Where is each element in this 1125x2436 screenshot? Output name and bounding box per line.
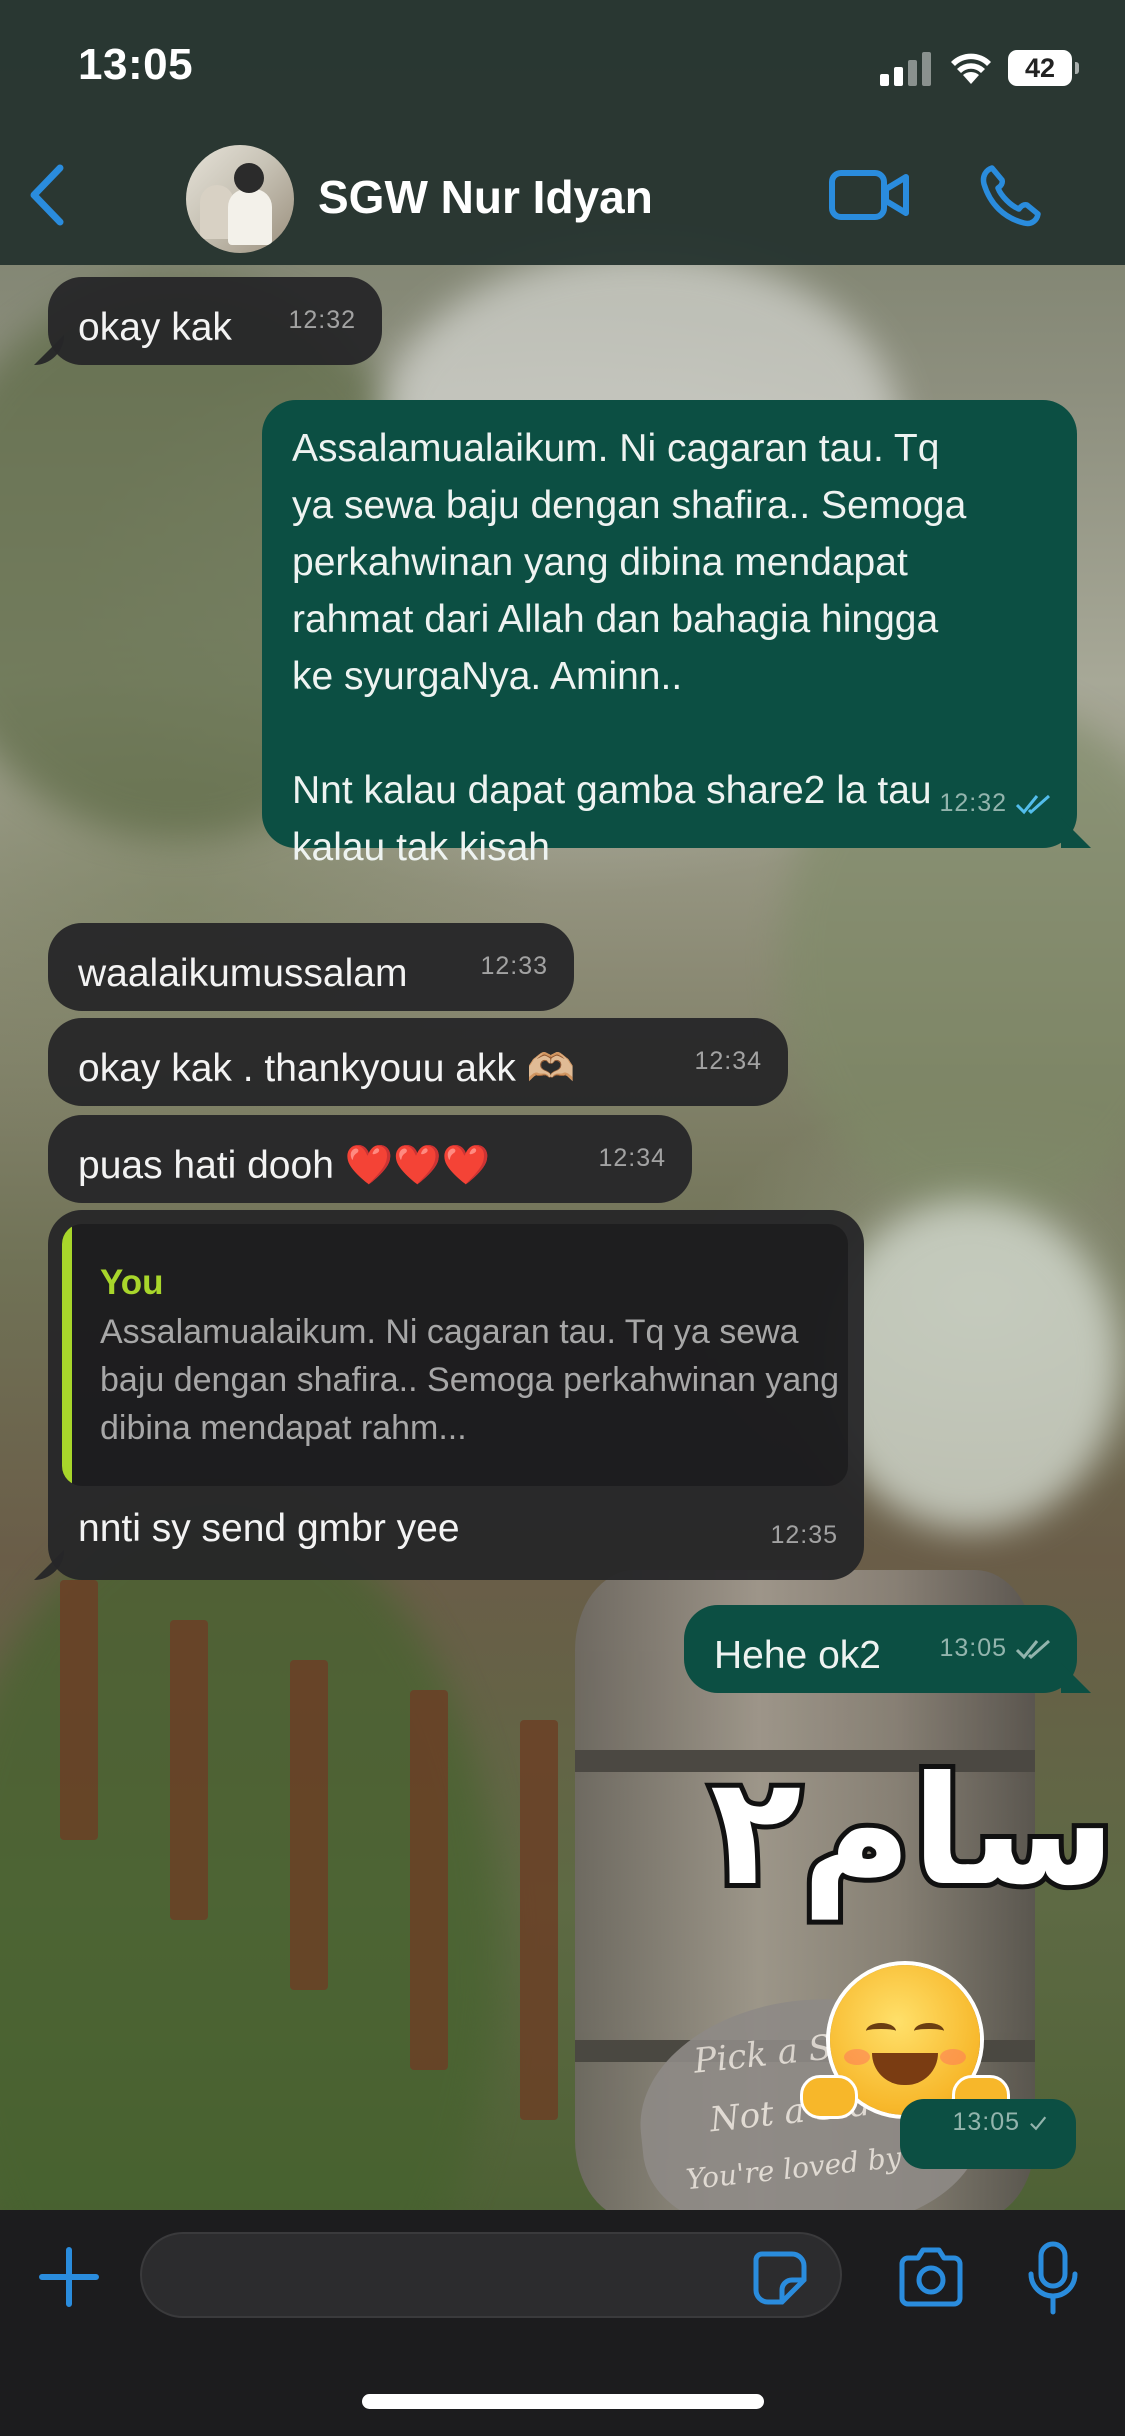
message-time: 12:35 — [770, 1521, 838, 1549]
read-receipt-icon — [1015, 794, 1050, 814]
message-text: Assalamualaikum. Ni cagaran tau. Tq ya s… — [292, 427, 967, 869]
status-bar-time: 13:05 — [78, 40, 194, 89]
video-call-icon[interactable] — [828, 165, 910, 225]
incoming-message[interactable]: waalaikumussalam 12:33 — [48, 923, 574, 1011]
quote-accent-bar — [62, 1224, 72, 1486]
quoted-author: You — [100, 1263, 164, 1302]
message-time: 13:05 — [939, 1634, 1007, 1662]
quoted-text: Assalamualaikum. Ni cagaran tau. Tq ya s… — [100, 1313, 840, 1447]
quoted-message[interactable]: You Assalamualaikum. Ni cagaran tau. Tq … — [62, 1224, 848, 1486]
sticker-timestamp-pill: 13:05 — [900, 2099, 1076, 2169]
message-list[interactable]: okay kak 12:32 Assalamualaikum. Ni cagar… — [0, 265, 1125, 2210]
smiling-face-with-open-hands-icon — [800, 1965, 1010, 2119]
message-time: 12:32 — [288, 306, 356, 334]
sent-check-icon — [1030, 2116, 1047, 2130]
message-text: okay kak . thankyouu akk 🫶🏼 — [78, 1047, 576, 1090]
message-input[interactable] — [140, 2232, 842, 2318]
message-text: nnti sy send gmbr yee — [78, 1507, 460, 1550]
microphone-icon[interactable] — [1025, 2240, 1081, 2316]
message-text: okay kak — [78, 306, 232, 349]
sticker-arabic-text: سام٢ — [705, 1740, 1120, 1924]
message-composer-bar — [0, 2210, 1125, 2436]
incoming-message[interactable]: puas hati dooh ❤️❤️❤️ 12:34 — [48, 1115, 692, 1203]
message-time: 12:34 — [598, 1144, 666, 1172]
message-text: waalaikumussalam — [78, 952, 408, 995]
phone-call-icon[interactable] — [978, 162, 1044, 228]
contact-name[interactable]: SGW Nur Idyan — [318, 170, 653, 224]
sticker-icon[interactable] — [752, 2250, 808, 2306]
incoming-reply-message[interactable]: You Assalamualaikum. Ni cagaran tau. Tq … — [34, 1210, 864, 1580]
incoming-message[interactable]: okay kak 12:32 — [34, 277, 382, 365]
message-time: 12:33 — [480, 952, 548, 980]
incoming-message[interactable]: okay kak . thankyouu akk 🫶🏼 12:34 — [48, 1018, 788, 1106]
message-time: 12:32 — [939, 789, 1007, 817]
home-indicator[interactable] — [362, 2394, 764, 2409]
wifi-icon — [951, 53, 991, 84]
plus-icon[interactable] — [38, 2246, 100, 2308]
message-text: puas hati dooh ❤️❤️❤️ — [78, 1144, 491, 1187]
message-text: Hehe ok2 — [714, 1634, 881, 1677]
message-time: 13:05 — [952, 2108, 1020, 2136]
camera-icon[interactable] — [896, 2246, 966, 2308]
message-time: 12:34 — [694, 1047, 762, 1075]
delivered-receipt-icon — [1015, 1639, 1050, 1659]
contact-avatar[interactable] — [186, 145, 294, 253]
chat-header: 13:05 42 SGW Nur Idyan — [0, 0, 1125, 265]
outgoing-message[interactable]: Hehe ok2 13:05 — [684, 1605, 1091, 1693]
outgoing-message[interactable]: Assalamualaikum. Ni cagaran tau. Tq ya s… — [262, 400, 1091, 869]
back-chevron-icon[interactable] — [22, 160, 72, 230]
cellular-signal-icon — [880, 52, 932, 86]
battery-indicator: 42 — [1008, 50, 1079, 86]
